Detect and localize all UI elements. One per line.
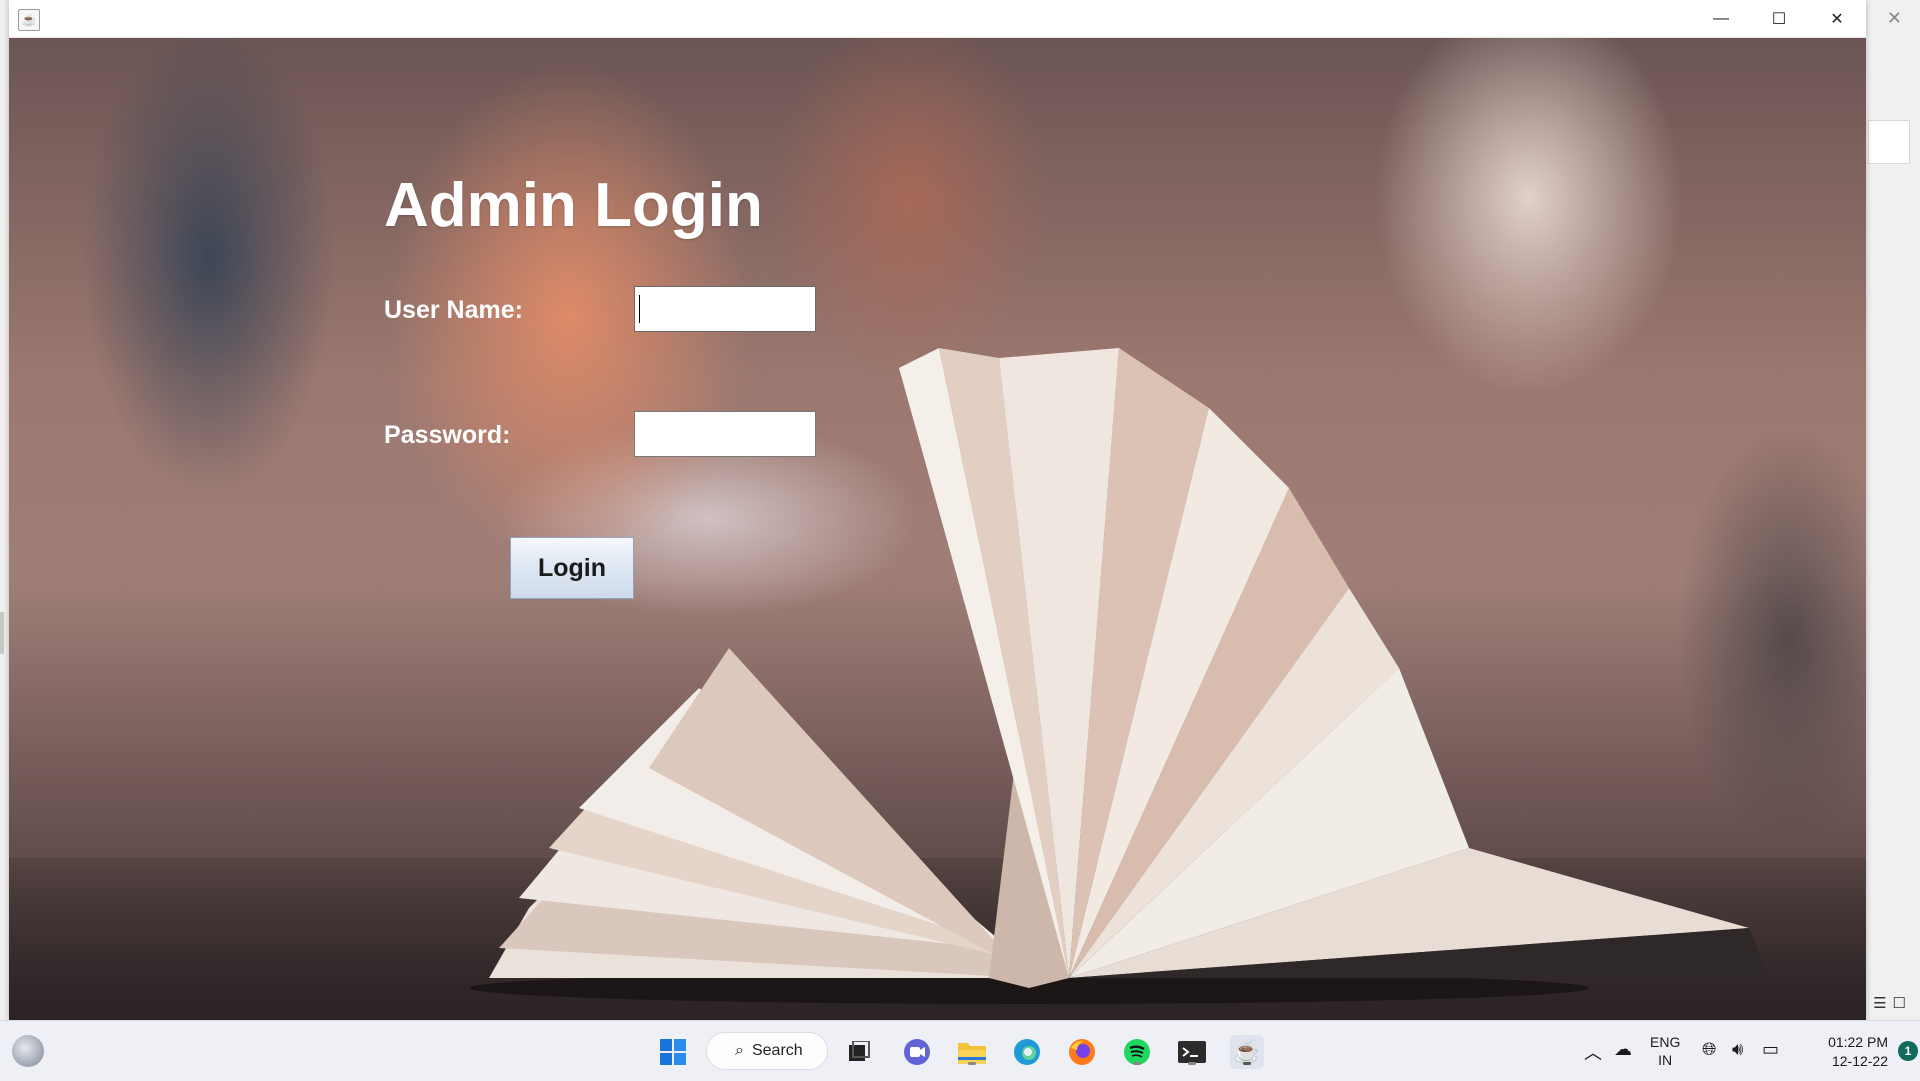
- edge-browser-icon[interactable]: [1010, 1035, 1044, 1069]
- close-icon: ✕: [1830, 10, 1844, 28]
- running-indicator: [1188, 1062, 1196, 1065]
- network-globe-icon[interactable]: 🌐︎: [1702, 1039, 1716, 1060]
- open-book-background-image: [469, 348, 1769, 1004]
- file-explorer-icon[interactable]: [955, 1035, 989, 1069]
- clock-time: 01:22 PM: [1828, 1034, 1888, 1050]
- battery-icon[interactable]: ▭: [1762, 1039, 1779, 1060]
- region-code: IN: [1658, 1052, 1673, 1068]
- minimize-icon: —: [1713, 9, 1729, 27]
- notification-badge[interactable]: 1: [1898, 1041, 1918, 1061]
- username-field[interactable]: [634, 286, 816, 332]
- running-indicator: [1243, 1062, 1251, 1065]
- text-caret: [639, 295, 640, 323]
- search-icon: ⌕: [735, 1042, 744, 1059]
- windows-logo-icon: [660, 1039, 686, 1065]
- taskbar: ⌕ Search ☕ ︿ ☁ ENG IN 🌐︎ 🔊︎ ▭ 01:22 PM 1…: [0, 1020, 1920, 1081]
- running-indicator: [1133, 1062, 1141, 1065]
- show-hidden-icons-chevron-icon[interactable]: ︿: [1584, 1039, 1602, 1065]
- volume-icon[interactable]: 🔊︎: [1732, 1039, 1743, 1060]
- login-button[interactable]: Login: [510, 537, 634, 599]
- maximize-button[interactable]: ☐: [1750, 0, 1808, 37]
- start-button[interactable]: [656, 1035, 690, 1069]
- background-input-box[interactable]: [1868, 120, 1910, 164]
- background-close-icon[interactable]: ✕: [1887, 8, 1902, 29]
- background-toolbar-icons[interactable]: ☰☐: [1873, 994, 1912, 1012]
- login-panel: Admin Login User Name: Password: Login: [9, 38, 1866, 1020]
- minimize-button[interactable]: —: [1692, 0, 1750, 37]
- username-label: User Name:: [384, 296, 523, 324]
- widgets-icon[interactable]: [12, 1035, 44, 1067]
- running-indicator: [968, 1062, 976, 1065]
- maximize-icon: ☐: [1771, 10, 1787, 28]
- system-tray: ︿ ☁ ENG IN 🌐︎ 🔊︎ ▭ 01:22 PM 12-12-22 1: [1550, 1021, 1920, 1081]
- close-button[interactable]: ✕: [1808, 0, 1866, 37]
- taskbar-search[interactable]: ⌕ Search: [706, 1032, 828, 1070]
- clock[interactable]: 01:22 PM 12-12-22: [1810, 1033, 1888, 1071]
- language-code: ENG: [1650, 1034, 1681, 1050]
- spotify-icon[interactable]: [1120, 1035, 1154, 1069]
- task-view-icon[interactable]: [842, 1035, 876, 1069]
- page-title: Admin Login: [384, 171, 763, 240]
- title-bar[interactable]: ☕ — ☐ ✕: [9, 0, 1866, 38]
- chat-icon[interactable]: [900, 1035, 934, 1069]
- java-app-icon: ☕: [18, 9, 40, 31]
- login-window: ☕ — ☐ ✕ Admin Login User Name: Password:…: [9, 0, 1866, 1020]
- onedrive-cloud-icon[interactable]: ☁: [1614, 1039, 1632, 1060]
- language-indicator[interactable]: ENG IN: [1650, 1033, 1680, 1069]
- terminal-icon[interactable]: [1175, 1035, 1209, 1069]
- search-label: Search: [751, 1042, 803, 1059]
- background-scroll-handle[interactable]: [0, 612, 4, 654]
- clock-date: 12-12-22: [1831, 1053, 1888, 1069]
- firefox-icon[interactable]: [1065, 1035, 1099, 1069]
- password-label: Password:: [384, 421, 511, 449]
- java-app-taskbar-icon[interactable]: ☕: [1230, 1035, 1264, 1069]
- password-field[interactable]: [634, 411, 816, 457]
